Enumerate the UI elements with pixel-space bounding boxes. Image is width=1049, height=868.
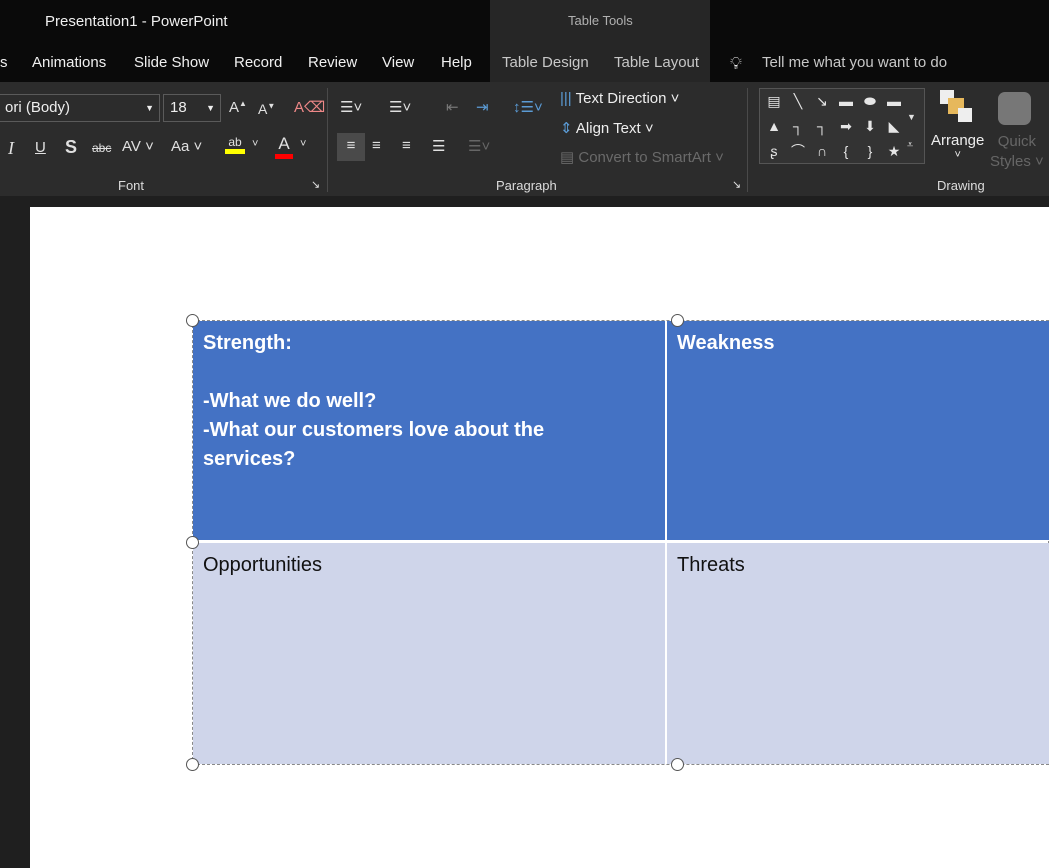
text-direction-button[interactable]: ||| Text Direction ˅	[560, 90, 679, 107]
align-text-button[interactable]: ⇕ Align Text ˅	[560, 119, 654, 137]
arrange-icon	[940, 90, 974, 126]
character-spacing-icon[interactable]: AV ˅	[122, 138, 154, 155]
snip-rectangle-icon[interactable]: ◣	[882, 114, 906, 139]
chevron-down-icon: ▼	[145, 103, 154, 113]
freeform-icon[interactable]: ʂ	[762, 139, 786, 164]
arrow-line-icon[interactable]: ↘	[810, 89, 834, 114]
drawing-group-label: Drawing	[937, 178, 985, 193]
table-cell-weakness[interactable]: Weakness	[667, 321, 1049, 540]
align-center-icon[interactable]: ≡	[372, 137, 381, 154]
justify-icon[interactable]: ☰	[432, 137, 445, 155]
text-direction-label: Text Direction	[575, 90, 667, 107]
divider	[327, 88, 328, 192]
convert-smartart-label: Convert to SmartArt	[578, 149, 711, 166]
right-arrow-icon[interactable]: ➡	[834, 114, 858, 139]
rounded-rectangle-icon[interactable]: ▬	[882, 89, 906, 114]
tab-animations[interactable]: Animations	[32, 54, 106, 71]
tab-view[interactable]: View	[382, 54, 414, 71]
font-size: 18	[170, 99, 187, 116]
elbow-connector-icon[interactable]: ┐	[786, 114, 810, 139]
table-cell-opportunities[interactable]: Opportunities	[193, 543, 665, 764]
rectangle-icon[interactable]: ▬	[834, 89, 858, 114]
oval-icon[interactable]: ⬬	[858, 89, 882, 114]
resize-handle[interactable]	[186, 536, 199, 549]
chevron-down-icon: ▼	[206, 103, 215, 113]
chevron-down-icon[interactable]: ˅	[252, 138, 258, 150]
tab-table-design[interactable]: Table Design	[502, 54, 589, 71]
italic-icon[interactable]: I	[8, 138, 14, 159]
gallery-expand-icon[interactable]: ⩡	[907, 139, 913, 152]
line-icon[interactable]: ╲	[786, 89, 810, 114]
text-direction-icon: |||	[560, 90, 572, 107]
resize-handle[interactable]	[671, 758, 684, 771]
text-box-icon[interactable]: ▤	[762, 89, 786, 114]
font-name: ori (Body)	[5, 99, 71, 116]
tab-partial[interactable]: s	[0, 54, 8, 71]
arc-icon[interactable]: ⌒	[786, 139, 810, 164]
clear-formatting-icon[interactable]: A⌫	[294, 98, 325, 116]
font-color-icon[interactable]: A	[275, 134, 293, 159]
resize-handle[interactable]	[186, 758, 199, 771]
divider	[747, 88, 748, 192]
triangle-icon[interactable]: ▲	[762, 114, 786, 139]
dialog-launcher-icon[interactable]: ↘	[311, 178, 320, 191]
tab-slide-show[interactable]: Slide Show	[134, 54, 209, 71]
tab-help[interactable]: Help	[441, 54, 472, 71]
align-right-icon[interactable]: ≡	[402, 137, 411, 154]
curve-icon[interactable]: ∩	[810, 139, 834, 164]
quick-styles-label: Quick	[997, 133, 1037, 150]
elbow-arrow-icon[interactable]: ┐	[810, 114, 834, 139]
columns-icon[interactable]: ☰˅	[468, 137, 490, 155]
font-group-label: Font	[118, 178, 145, 193]
shrink-font-icon[interactable]: A▼	[258, 101, 275, 117]
decrease-indent-icon[interactable]: ⇤	[446, 98, 459, 116]
change-case-icon[interactable]: Aa ˅	[171, 138, 202, 155]
window-title: Presentation1 - PowerPoint	[45, 13, 228, 30]
align-left-icon[interactable]: ≡	[337, 133, 365, 161]
grow-font-icon[interactable]: A▲	[229, 99, 247, 116]
quick-styles-label-2: Styles	[990, 153, 1031, 170]
strikethrough-icon[interactable]: abc	[92, 141, 111, 155]
star-icon[interactable]: ★	[882, 139, 906, 164]
arrange-label: Arrange	[931, 132, 985, 149]
shapes-gallery[interactable]: ▤ ╲ ↘ ▬ ⬬ ▬ ▲ ┐ ┐ ➡ ⬇ ◣ ʂ ⌒ ∩{} ★	[759, 88, 925, 164]
quick-styles-icon	[998, 92, 1031, 125]
table-cell-threats[interactable]: Threats	[667, 543, 1049, 764]
text-shadow-icon[interactable]: S	[65, 137, 77, 158]
right-brace-icon[interactable]: }	[858, 139, 882, 164]
align-text-label: Align Text	[575, 120, 641, 137]
resize-handle[interactable]	[671, 314, 684, 327]
chevron-down-icon: ˅	[954, 149, 961, 161]
tab-record[interactable]: Record	[234, 54, 282, 71]
tell-me-search[interactable]: Tell me what you want to do	[762, 54, 947, 71]
table-cell-strength[interactable]: Strength: -What we do well? -What our cu…	[193, 321, 665, 540]
gallery-scroll-down-icon[interactable]: ▼	[907, 112, 916, 122]
align-text-icon: ⇕	[560, 120, 573, 137]
arrange-button[interactable]: Arrange ˅	[931, 132, 984, 161]
underline-icon[interactable]: U	[35, 139, 46, 156]
chevron-down-icon[interactable]: ˅	[300, 138, 306, 150]
increase-indent-icon[interactable]: ⇥	[476, 98, 489, 116]
dialog-launcher-icon[interactable]: ↘	[732, 178, 741, 191]
lightbulb-icon: 💡︎	[730, 54, 742, 73]
quick-styles-button[interactable]: Quick Styles ˅	[990, 132, 1044, 172]
numbering-icon[interactable]: ☰˅	[389, 98, 411, 116]
smartart-icon: ▤	[560, 149, 575, 166]
resize-handle[interactable]	[186, 314, 199, 327]
font-size-combo[interactable]: 18 ▼	[163, 94, 221, 122]
line-spacing-icon[interactable]: ↕☰˅	[513, 98, 543, 116]
font-name-combo[interactable]: ori (Body) ▼	[0, 94, 160, 122]
highlight-icon[interactable]: ab	[225, 135, 245, 154]
contextual-group-label: Table Tools	[568, 13, 633, 28]
bullets-icon[interactable]: ☰˅	[340, 98, 362, 116]
paragraph-group-label: Paragraph	[496, 178, 557, 193]
down-arrow-icon[interactable]: ⬇	[858, 114, 882, 139]
convert-smartart-button[interactable]: ▤ Convert to SmartArt ˅	[560, 148, 724, 166]
tab-review[interactable]: Review	[308, 54, 357, 71]
left-brace-icon[interactable]: {	[834, 139, 858, 164]
tab-table-layout[interactable]: Table Layout	[614, 54, 699, 71]
